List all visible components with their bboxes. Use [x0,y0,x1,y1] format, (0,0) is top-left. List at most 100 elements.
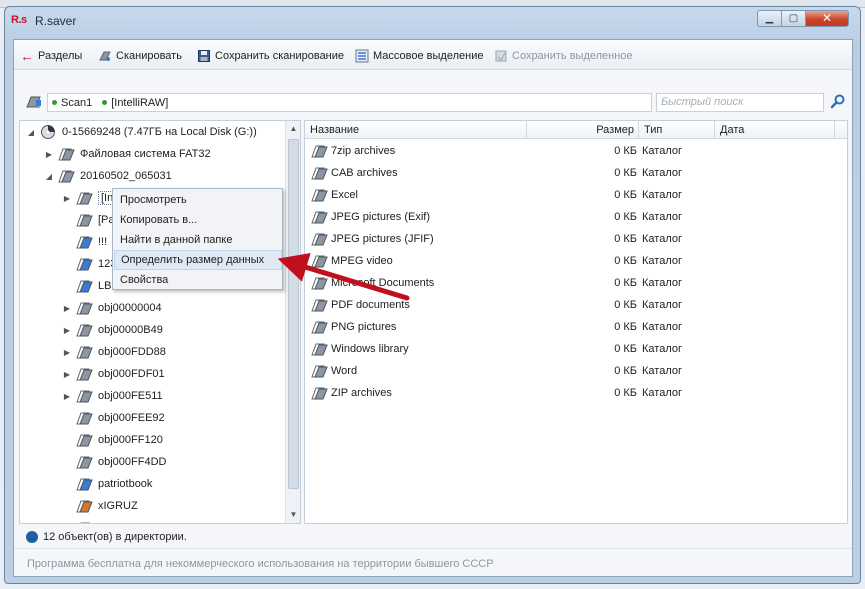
list-item[interactable]: PNG pictures 0 КБ Каталог [305,316,847,338]
tree-item[interactable]: !!! [62,231,107,253]
expand-arrow-icon[interactable]: ▶ [44,150,54,159]
tree-item-label: obj000FDF01 [98,368,165,380]
list-item-size: 0 КБ [614,365,637,377]
tree-item[interactable]: patriotbook [62,473,152,495]
tree-item[interactable]: 123 [62,253,116,275]
tree-item[interactable]: [Par [62,209,118,231]
list-header: Название Размер Тип Дата [305,121,847,139]
column-name[interactable]: Название [305,121,527,139]
menu-item-view[interactable]: Просмотреть [114,190,282,210]
menu-item-determine-size[interactable]: Определить размер данных [114,250,282,270]
folder-icon [311,165,329,181]
minimize-button[interactable]: ▁ [757,10,782,27]
list-item[interactable]: MPEG video 0 КБ Каталог [305,250,847,272]
list-item[interactable]: 7zip archives 0 КБ Каталог [305,140,847,162]
list-item-name: PDF documents [331,299,410,311]
list-item[interactable]: PDF documents 0 КБ Каталог [305,294,847,316]
app-window: R.s R.saver ▁ ▢ ✕ ← Разделы Сканировать … [4,6,861,584]
folder-icon [311,297,329,313]
list-item[interactable]: Windows library 0 КБ Каталог [305,338,847,360]
file-list[interactable]: Название Размер Тип Дата 7zip archives 0 … [304,120,848,524]
menu-item-find-in-folder[interactable]: Найти в данной папке [114,230,282,250]
title-bar[interactable]: R.s R.saver ▁ ▢ ✕ [5,7,860,33]
tree-item[interactable]: xIGRUZ [62,495,138,517]
sections-label: Разделы [38,50,83,62]
expand-arrow-icon[interactable]: ▶ [62,304,72,313]
list-item[interactable]: CAB archives 0 КБ Каталог [305,162,847,184]
tree-item[interactable]: ◢ 20160502_065031 [44,165,172,187]
list-item[interactable]: ZIP archives 0 КБ Каталог [305,382,847,404]
sections-button[interactable]: ← Разделы [20,48,82,64]
maximize-button[interactable]: ▢ [781,10,806,27]
tree-item-label: 20160502_065031 [80,170,172,182]
expand-arrow-icon[interactable]: ▶ [62,392,72,401]
expand-arrow-icon[interactable]: ▶ [62,348,72,357]
scroll-down-icon[interactable]: ▼ [286,507,300,522]
tree-item[interactable]: Видеоролики [62,517,166,523]
list-item[interactable]: Word 0 КБ Каталог [305,360,847,382]
tree-item[interactable]: ▶ obj000FDD88 [62,341,166,363]
folder-tree[interactable]: ◢ 0-15669248 (7.47ГБ на Local Disk (G:)) ▶… [19,120,301,524]
list-item[interactable]: JPEG pictures (JFIF) 0 КБ Каталог [305,228,847,250]
list-item-size: 0 КБ [614,387,637,399]
list-item[interactable]: Microsoft Documents 0 КБ Каталог [305,272,847,294]
tree-item[interactable]: ▶ Файловая система FAT32 [44,143,211,165]
list-item-type: Каталог [642,211,682,223]
list-item-size: 0 КБ [614,145,637,157]
list-item[interactable]: Excel 0 КБ Каталог [305,184,847,206]
folder-icon [311,319,329,335]
tree-item[interactable]: ▶ obj00000B49 [62,319,163,341]
list-item-size: 0 КБ [614,167,637,179]
save-scan-button[interactable]: Сохранить сканирование [197,48,344,64]
scroll-up-icon[interactable]: ▲ [286,121,300,136]
expand-arrow-icon[interactable]: ▶ [62,194,72,203]
tree-item[interactable]: ▶ obj000FDF01 [62,363,165,385]
expand-arrow-icon[interactable]: ▶ [62,370,72,379]
folder-icon [311,385,329,401]
menu-item-properties[interactable]: Свойства [114,270,282,290]
tree-item[interactable]: obj000FEE92 [62,407,165,429]
folder-icon [76,366,94,382]
menu-item-copy-to[interactable]: Копировать в... [114,210,282,230]
breadcrumb-path[interactable]: [IntelliRAW] [111,97,168,109]
tree-item[interactable]: ◢ 0-15669248 (7.47ГБ на Local Disk (G:)) [26,121,257,143]
column-type[interactable]: Тип [639,121,715,139]
breadcrumb-scan[interactable]: Scan1 [61,97,92,109]
list-item-size: 0 КБ [614,321,637,333]
tree-item-label: patriotbook [98,478,153,490]
column-date[interactable]: Дата [715,121,835,139]
expand-arrow-icon[interactable]: ▶ [62,326,72,335]
search-icon[interactable] [830,93,846,109]
column-size[interactable]: Размер [527,121,639,139]
folder-icon [76,300,94,316]
quick-search-input[interactable]: Быстрый поиск [656,93,824,112]
list-item-type: Каталог [642,343,682,355]
list-item[interactable]: JPEG pictures (Exif) 0 КБ Каталог [305,206,847,228]
close-button[interactable]: ✕ [805,10,849,27]
folder-icon [76,234,94,250]
folder-icon [76,212,94,228]
tree-scrollbar[interactable]: ▲ ▼ [285,121,300,523]
breadcrumb[interactable]: Scan1 [IntelliRAW] [47,93,652,112]
list-item-type: Каталог [642,233,682,245]
tree-item[interactable]: obj000FF4DD [62,451,166,473]
scroll-thumb[interactable] [288,139,299,489]
mass-select-button[interactable]: Массовое выделение [355,48,483,64]
expand-arrow-icon[interactable]: ◢ [26,128,36,137]
folder-icon [58,168,76,184]
tree-item[interactable]: ▶ obj000FE511 [62,385,163,407]
scan-button[interactable]: Сканировать [98,48,182,64]
list-item-type: Каталог [642,365,682,377]
folder-icon [76,322,94,338]
tree-item-label: obj000FE511 [98,390,163,402]
context-menu: Просмотреть Копировать в... Найти в данн… [112,188,283,290]
tree-item-label: obj000FF4DD [98,456,167,468]
save-selected-button[interactable]: Сохранить выделенное [494,48,633,64]
folder-icon [311,363,329,379]
folder-icon [76,520,94,523]
tree-item[interactable]: obj000FF120 [62,429,163,451]
expand-arrow-icon[interactable]: ◢ [44,172,54,181]
tree-item[interactable]: ▶ obj00000004 [62,297,162,319]
tree-item-label: obj000FF120 [98,434,163,446]
toolbar: ← Разделы Сканировать Сохранить сканиров… [14,40,852,70]
